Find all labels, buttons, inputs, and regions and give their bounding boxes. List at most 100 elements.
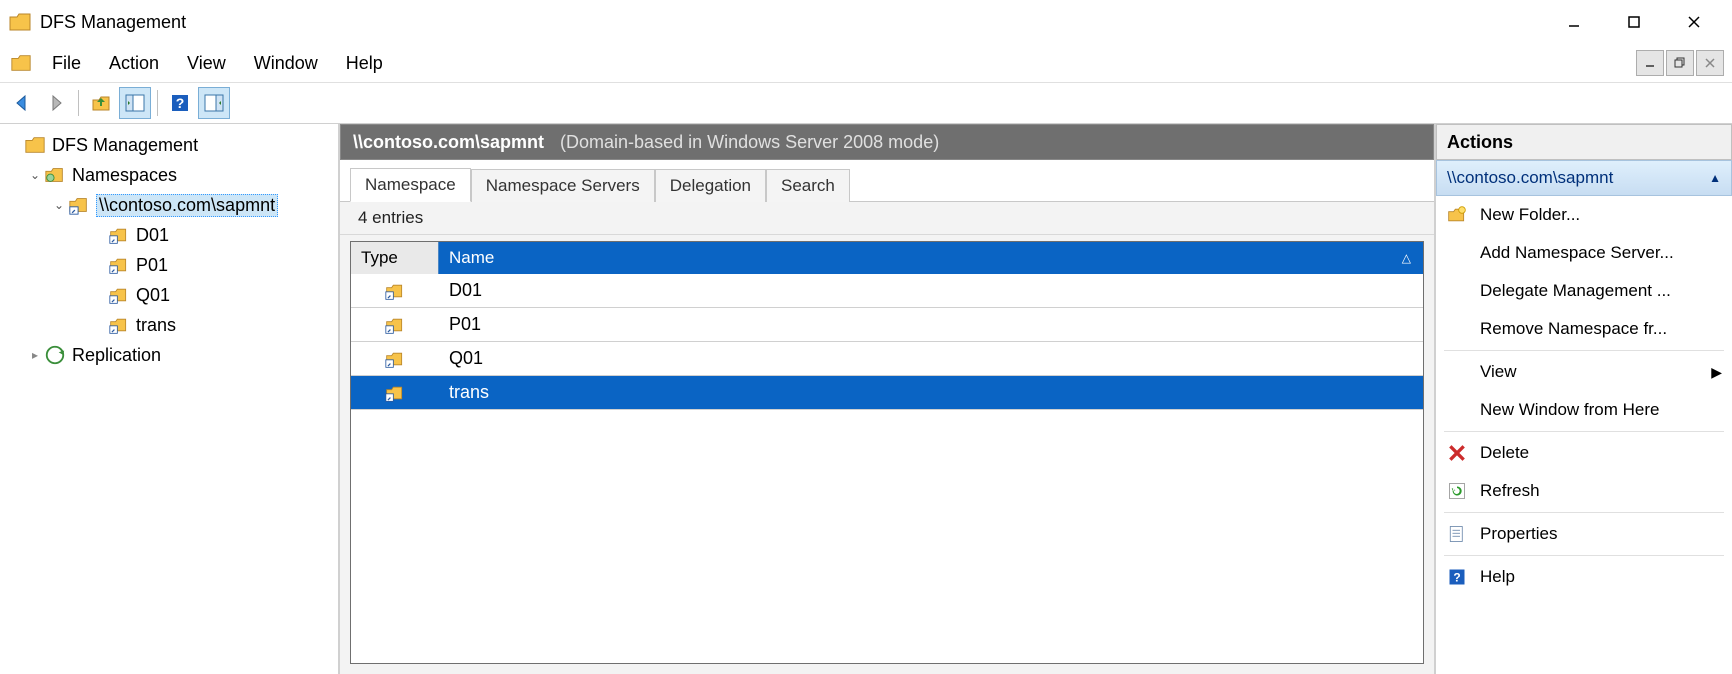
expand-icon[interactable]: ⌄: [50, 198, 68, 212]
folder-link-icon: [108, 224, 130, 246]
svg-text:?: ?: [176, 95, 185, 111]
action-add-namespace-server[interactable]: Add Namespace Server...: [1436, 234, 1732, 272]
action-delete[interactable]: Delete: [1436, 434, 1732, 472]
list-row[interactable]: P01: [351, 308, 1423, 342]
actions-context-header[interactable]: \\contoso.com\sapmnt ▲: [1436, 160, 1732, 196]
namespaces-icon: [44, 164, 66, 186]
column-name[interactable]: Name △: [439, 248, 1423, 268]
tab-namespace[interactable]: Namespace: [350, 168, 471, 202]
back-button[interactable]: [6, 87, 38, 119]
row-name: trans: [439, 382, 1423, 403]
action-label: New Folder...: [1480, 205, 1580, 225]
svg-text:?: ?: [1453, 571, 1460, 585]
folder-link-icon: [108, 284, 130, 306]
action-label: Properties: [1480, 524, 1557, 544]
entries-count: 4 entries: [340, 202, 1434, 235]
actions-separator: [1444, 555, 1724, 556]
center-pane: \\contoso.com\sapmnt (Domain-based in Wi…: [340, 124, 1436, 674]
close-button[interactable]: [1664, 4, 1724, 40]
help-button[interactable]: ?: [164, 87, 196, 119]
row-type-icon: [351, 349, 439, 369]
tree-namespaces[interactable]: ⌄ Namespaces: [4, 160, 334, 190]
list-row[interactable]: Q01: [351, 342, 1423, 376]
tree-folder-trans[interactable]: ▶ trans: [4, 310, 334, 340]
action-delegate-management[interactable]: Delegate Management ...: [1436, 272, 1732, 310]
column-name-label: Name: [449, 248, 494, 268]
action-label: Remove Namespace fr...: [1480, 319, 1667, 339]
dfs-root-icon: [24, 134, 46, 156]
center-header-mode: (Domain-based in Windows Server 2008 mod…: [560, 132, 939, 153]
blank-icon: [1446, 399, 1468, 421]
action-properties[interactable]: Properties: [1436, 515, 1732, 553]
show-hide-tree-button[interactable]: [119, 87, 151, 119]
action-refresh[interactable]: Refresh: [1436, 472, 1732, 510]
action-label: Add Namespace Server...: [1480, 243, 1674, 263]
row-name: P01: [439, 314, 1423, 335]
sort-ascending-icon: △: [1402, 251, 1411, 265]
action-new-folder[interactable]: New Folder...: [1436, 196, 1732, 234]
forward-button[interactable]: [40, 87, 72, 119]
tree-replication[interactable]: ▸ Replication: [4, 340, 334, 370]
tab-namespace-servers[interactable]: Namespace Servers: [471, 169, 655, 202]
folder-link-icon: [108, 314, 130, 336]
tab-delegation[interactable]: Delegation: [655, 169, 766, 202]
menu-view[interactable]: View: [173, 47, 240, 80]
list-header[interactable]: Type Name △: [351, 242, 1423, 274]
up-button[interactable]: [85, 87, 117, 119]
list-row[interactable]: D01: [351, 274, 1423, 308]
actions-separator: [1444, 431, 1724, 432]
list-container: Type Name △ D01 P01 Q01: [340, 235, 1434, 674]
expand-icon[interactable]: ⌄: [26, 168, 44, 182]
maximize-button[interactable]: [1604, 4, 1664, 40]
tree-namespace-path[interactable]: ⌄ \\contoso.com\sapmnt: [4, 190, 334, 220]
collapse-icon[interactable]: ▲: [1709, 171, 1721, 185]
tree-pane[interactable]: ▶ DFS Management ⌄ Namespaces ⌄ \\contos…: [0, 124, 340, 674]
delete-icon: [1446, 442, 1468, 464]
action-new-window[interactable]: New Window from Here: [1436, 391, 1732, 429]
tree-folder-label: Q01: [136, 285, 170, 306]
tree-folder-p01[interactable]: ▶ P01: [4, 250, 334, 280]
mdi-close-button[interactable]: [1696, 50, 1724, 76]
show-hide-action-pane-button[interactable]: [198, 87, 230, 119]
tree-folder-label: trans: [136, 315, 176, 336]
actions-context-label: \\contoso.com\sapmnt: [1447, 168, 1613, 188]
blank-icon: [1446, 280, 1468, 302]
menu-help[interactable]: Help: [332, 47, 397, 80]
main-area: ▶ DFS Management ⌄ Namespaces ⌄ \\contos…: [0, 124, 1732, 674]
center-header: \\contoso.com\sapmnt (Domain-based in Wi…: [340, 124, 1434, 160]
tree-folder-q01[interactable]: ▶ Q01: [4, 280, 334, 310]
menu-window[interactable]: Window: [240, 47, 332, 80]
row-type-icon: [351, 315, 439, 335]
actions-separator: [1444, 512, 1724, 513]
window-title: DFS Management: [40, 12, 186, 33]
toolbar-separator: [78, 90, 79, 116]
action-view[interactable]: View ▶: [1436, 353, 1732, 391]
tree-namespace-path-label: \\contoso.com\sapmnt: [96, 194, 278, 217]
list-box[interactable]: Type Name △ D01 P01 Q01: [350, 241, 1424, 664]
app-icon: [8, 10, 32, 34]
properties-icon: [1446, 523, 1468, 545]
tab-row: Namespace Namespace Servers Delegation S…: [340, 160, 1434, 202]
action-help[interactable]: ? Help: [1436, 558, 1732, 596]
new-folder-icon: [1446, 204, 1468, 226]
submenu-arrow-icon: ▶: [1711, 364, 1722, 381]
tree-root-label: DFS Management: [52, 135, 198, 156]
list-row[interactable]: trans: [351, 376, 1423, 410]
minimize-button[interactable]: [1544, 4, 1604, 40]
row-name: D01: [439, 280, 1423, 301]
window-controls: [1544, 4, 1724, 40]
expand-icon[interactable]: ▸: [26, 348, 44, 362]
mdi-restore-button[interactable]: [1666, 50, 1694, 76]
tree-namespaces-label: Namespaces: [72, 165, 177, 186]
replication-icon: [44, 344, 66, 366]
blank-icon: [1446, 361, 1468, 383]
column-type[interactable]: Type: [351, 242, 439, 274]
action-remove-namespace[interactable]: Remove Namespace fr...: [1436, 310, 1732, 348]
tab-search[interactable]: Search: [766, 169, 850, 202]
mdi-minimize-button[interactable]: [1636, 50, 1664, 76]
row-name: Q01: [439, 348, 1423, 369]
menu-action[interactable]: Action: [95, 47, 173, 80]
tree-folder-d01[interactable]: ▶ D01: [4, 220, 334, 250]
tree-root[interactable]: ▶ DFS Management: [4, 130, 334, 160]
menu-file[interactable]: File: [38, 47, 95, 80]
